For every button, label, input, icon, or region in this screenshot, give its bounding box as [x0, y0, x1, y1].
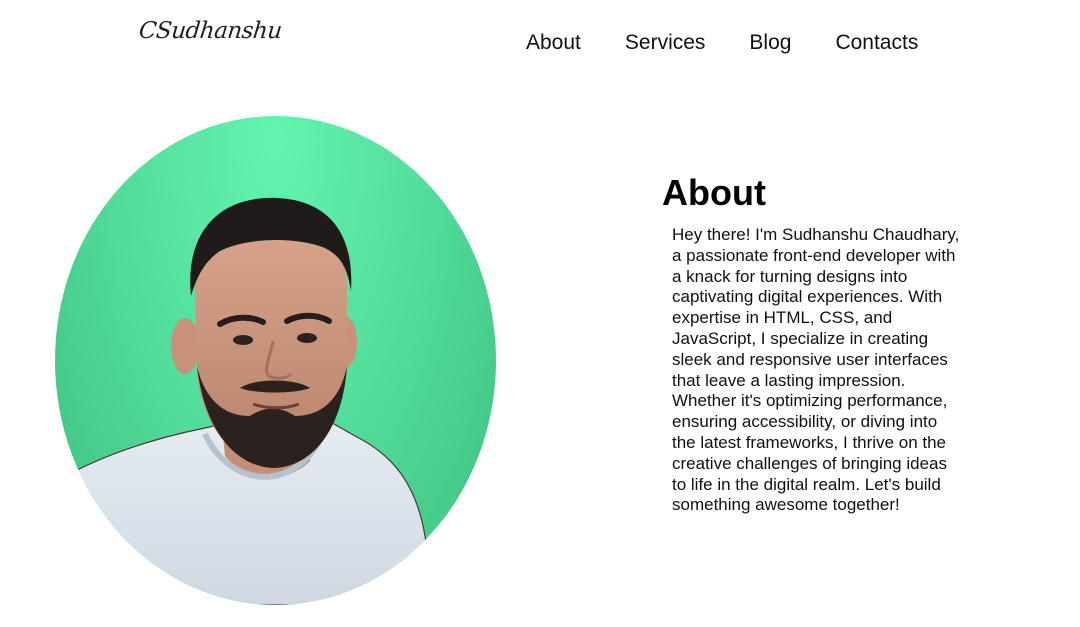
- main-nav: About Services Blog Contacts: [526, 30, 918, 56]
- nav-contacts-link[interactable]: Contacts: [835, 30, 918, 56]
- nav-blog-link[interactable]: Blog: [749, 30, 791, 56]
- profile-photo-illustration: [55, 197, 436, 605]
- site-logo[interactable]: CSudhanshu: [138, 18, 283, 44]
- about-description: Hey there! I'm Sudhanshu Chaudhary, a pa…: [672, 225, 960, 515]
- about-heading: About: [662, 172, 766, 213]
- nav-about-link[interactable]: About: [526, 30, 581, 56]
- nav-services-link[interactable]: Services: [625, 30, 706, 56]
- profile-photo: [55, 116, 496, 605]
